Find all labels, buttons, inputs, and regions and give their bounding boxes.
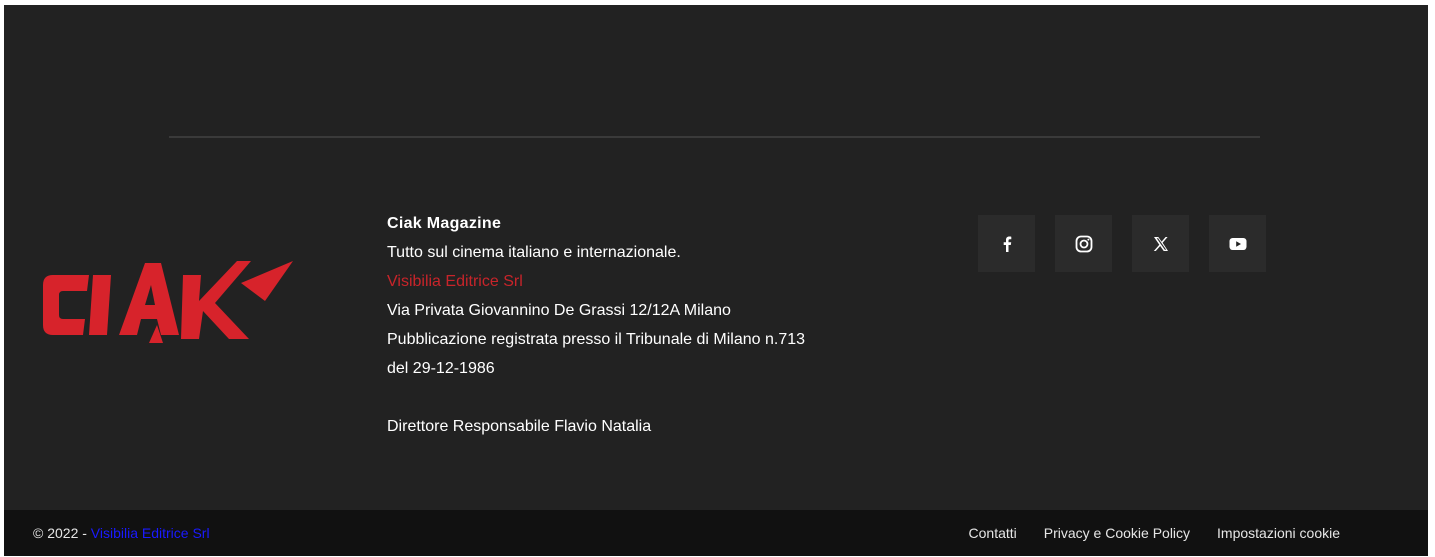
site-footer: Ciak Magazine Tutto sul cinema italiano … [4,5,1428,510]
legal-links: Contatti Privacy e Cookie Policy Imposta… [969,525,1340,541]
facebook-button[interactable] [978,215,1035,272]
contacts-link[interactable]: Contatti [969,525,1017,541]
magazine-name: Ciak Magazine [387,215,502,232]
copyright-prefix: © 2022 - [33,525,91,541]
publication-info: Ciak Magazine Tutto sul cinema italiano … [387,209,947,441]
registration-line-2: del 29-12-1986 [387,360,495,377]
publisher-address: Via Privata Giovannino De Grassi 12/12A … [387,302,731,319]
footer-bottom-bar: © 2022 - Visibilia Editrice Srl Contatti… [4,510,1428,556]
youtube-icon [1229,237,1247,251]
director-line: Direttore Responsabile Flavio Natalia [387,418,652,435]
cookie-settings-link[interactable]: Impostazioni cookie [1217,525,1340,541]
ciak-logo[interactable] [37,255,293,351]
instagram-icon [1075,235,1093,253]
privacy-cookie-policy-link[interactable]: Privacy e Cookie Policy [1044,525,1190,541]
footer-divider [169,136,1260,138]
youtube-button[interactable] [1209,215,1266,272]
magazine-tagline: Tutto sul cinema italiano e internaziona… [387,244,681,261]
x-icon [1153,236,1169,252]
publisher-link[interactable]: Visibilia Editrice Srl [387,267,947,296]
ciak-logo-mark [43,261,293,343]
copyright-publisher-link[interactable]: Visibilia Editrice Srl [91,525,210,541]
copyright: © 2022 - Visibilia Editrice Srl [33,525,210,541]
x-button[interactable] [1132,215,1189,272]
facebook-icon [1002,236,1012,252]
registration-line-1: Pubblicazione registrata presso il Tribu… [387,331,806,348]
social-links [978,215,1266,272]
instagram-button[interactable] [1055,215,1112,272]
